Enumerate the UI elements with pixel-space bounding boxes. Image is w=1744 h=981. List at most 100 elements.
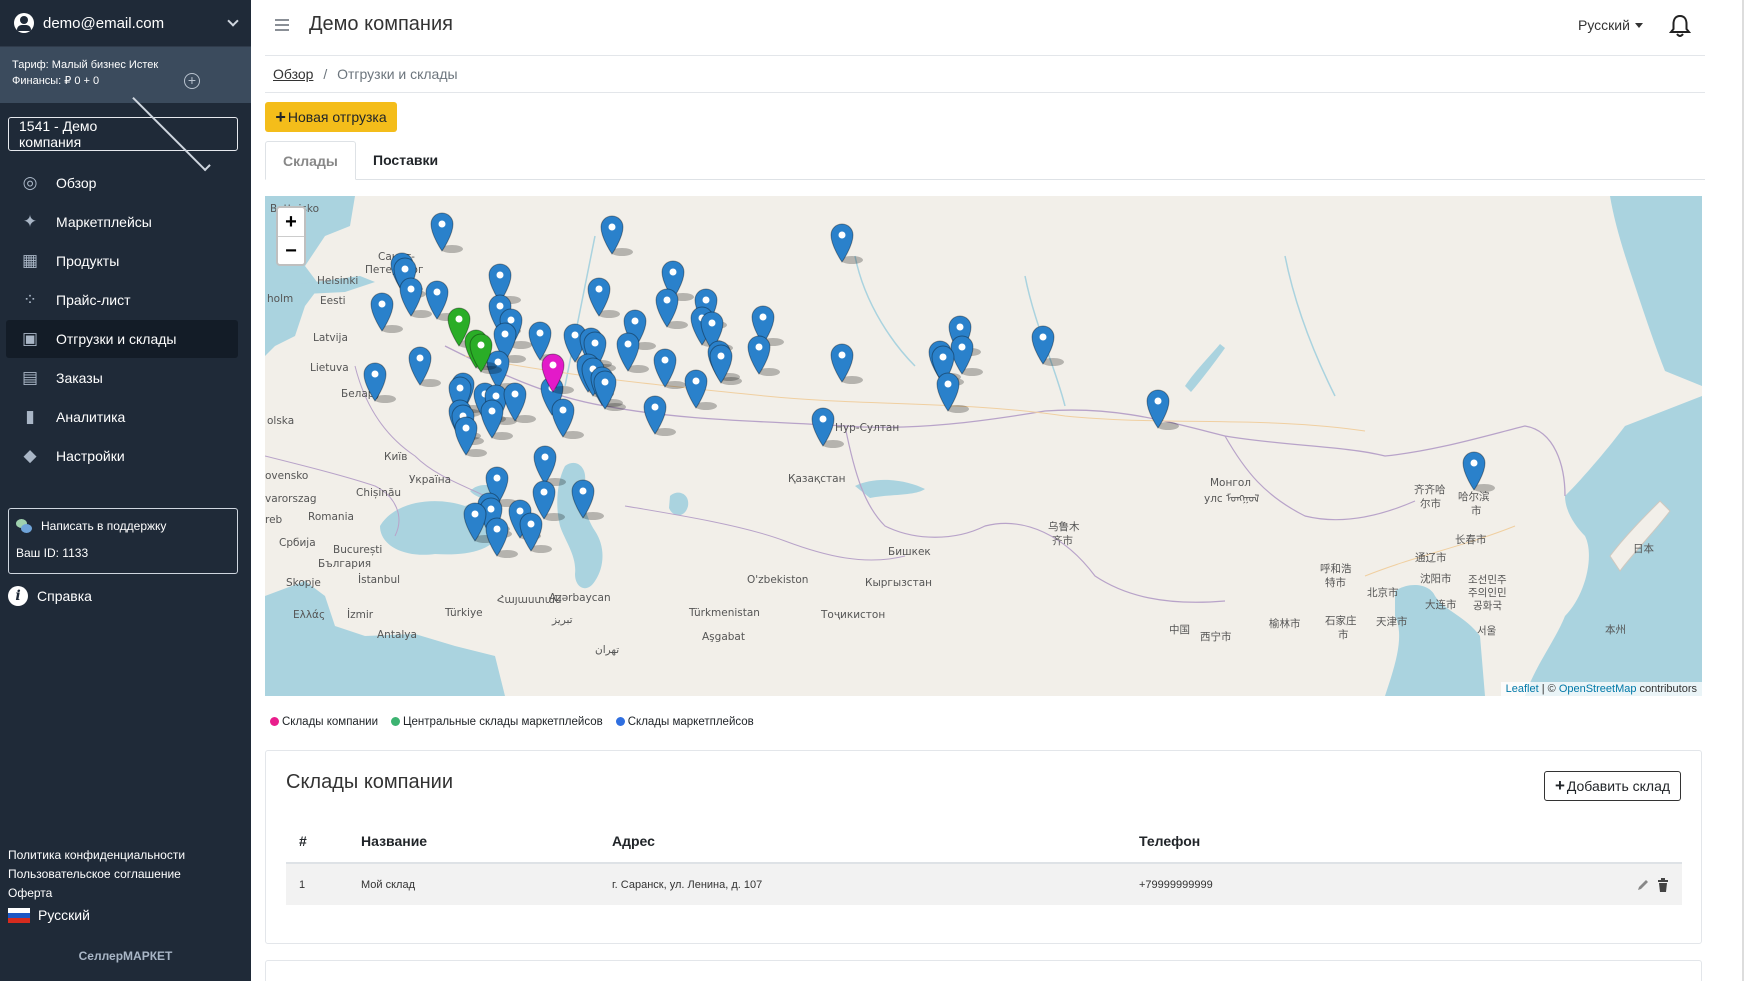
terms-link[interactable]: Пользовательское соглашение — [8, 865, 185, 884]
map-label: 石家庄 — [1325, 614, 1357, 627]
sidebar-item[interactable]: ▮ Аналитика — [6, 398, 238, 436]
sidebar-item[interactable]: ▤ Заказы — [6, 359, 238, 397]
map-label: 日本 — [1633, 542, 1655, 555]
sidebar-item-label: Маркетплейсы — [56, 214, 152, 230]
page-title: Демо компания — [309, 13, 453, 35]
clipboard-icon: ▤ — [21, 368, 39, 387]
help-link[interactable]: i Справка — [8, 586, 92, 606]
map-label: Eesti — [320, 295, 346, 307]
map-label: Lietuva — [310, 362, 349, 374]
sidebar-item-label: Настройки — [56, 448, 125, 464]
map-label: 呼和浩 — [1320, 563, 1352, 575]
sidebar-item[interactable]: ▦ Продукты — [6, 242, 238, 280]
map-label: holm — [267, 293, 293, 305]
plus-icon: + — [1554, 776, 1565, 795]
calendar-icon: ▦ — [21, 251, 39, 270]
map-marker-blue[interactable] — [950, 335, 983, 376]
company-select[interactable]: 1541 - Демо компания — [8, 92, 238, 172]
legend-item: Центральные склады маркетплейсов — [391, 716, 603, 728]
legend-dot — [270, 717, 279, 726]
map-label: Azərbaycan — [549, 592, 611, 604]
map-label: улс ᠮᠣᠩᠭᠣᠯ — [1204, 492, 1259, 505]
sidebar-item[interactable]: ◆ Настройки — [6, 437, 238, 475]
menu-toggle-icon[interactable] — [275, 19, 289, 31]
map-legend: Склады компании Центральные склады маркет… — [270, 716, 754, 728]
add-warehouse-label: Добавить склад — [1566, 778, 1671, 794]
map-marker-blue[interactable] — [684, 369, 717, 410]
map-marker-blue[interactable] — [1031, 325, 1064, 366]
map-marker-blue[interactable] — [533, 445, 566, 486]
map-label: olska — [267, 415, 294, 427]
settings-icon: ◆ — [23, 446, 37, 465]
map-marker-blue[interactable] — [454, 416, 487, 457]
map-marker-blue[interactable] — [600, 215, 633, 256]
map-label: 주의인민 — [1468, 587, 1507, 599]
user-menu[interactable]: demo@email.com — [0, 0, 251, 47]
zoom-in-button[interactable]: + — [278, 208, 304, 236]
map-label: İzmir — [347, 608, 374, 621]
map-marker-blue[interactable] — [408, 346, 441, 387]
osm-link[interactable]: OpenStreetMap — [1559, 683, 1637, 695]
map-marker-blue[interactable] — [653, 348, 686, 389]
company-warehouses-card: Склады компании + Добавить склад # Назван… — [265, 750, 1702, 944]
dashboard-icon: ◎ — [22, 173, 38, 192]
sidebar-item[interactable]: ◎ Обзор — [6, 164, 238, 202]
map-marker-blue[interactable] — [430, 212, 463, 253]
map-marker-blue[interactable] — [587, 277, 620, 318]
sidebar-item[interactable]: ✦ Маркетплейсы — [6, 203, 238, 241]
map-tiles: Санкт-ПетербургHelsinkiEestiholmLatvijaL… — [265, 196, 1702, 696]
map-label: 市 — [1338, 628, 1349, 641]
map-marker-blue[interactable] — [709, 344, 742, 385]
add-funds-icon[interactable]: + — [184, 73, 200, 89]
sidebar-item[interactable]: ⁘ Прайс-лист — [6, 281, 238, 319]
map-label: Тоҷикистон — [820, 609, 885, 621]
map-label: Ελλάς — [293, 609, 325, 621]
tariff-info: Тариф: Малый бизнес Истек Финансы: ₽ 0 +… — [0, 47, 251, 103]
sidebar-item[interactable]: ▣ Отгрузки и склады — [6, 320, 238, 358]
map-label: 齐齐哈 — [1414, 483, 1446, 496]
card-title: Склады компании — [286, 771, 454, 793]
bell-icon[interactable] — [1669, 14, 1691, 38]
map-label: 北京市 — [1367, 586, 1399, 599]
table-row: 1 Мой склад г. Саранск, ул. Ленина, д. 1… — [286, 863, 1682, 905]
cell-num: 1 — [286, 863, 348, 905]
support-box[interactable]: Написать в поддержку Ваш ID: 1133 — [8, 508, 238, 574]
map-label: 조선민주 — [1468, 574, 1507, 586]
trash-icon[interactable] — [1657, 877, 1669, 892]
map-marker-blue[interactable] — [830, 343, 863, 384]
map-label: 乌鲁木 — [1048, 520, 1080, 533]
map-marker-blue[interactable] — [503, 382, 536, 423]
map-marker-blue[interactable] — [551, 398, 584, 439]
map-label: Chișinău — [356, 487, 401, 499]
legend-label: Центральные склады маркетплейсов — [403, 716, 603, 728]
edit-icon[interactable] — [1636, 878, 1650, 892]
offer-link[interactable]: Оферта — [8, 884, 185, 903]
add-warehouse-button[interactable]: + Добавить склад — [1544, 771, 1681, 801]
sidebar-language-label: Русский — [38, 907, 90, 923]
breadcrumb-home[interactable]: Обзор — [273, 66, 313, 82]
map-label: تهران — [595, 644, 619, 656]
support-link[interactable]: Написать в поддержку — [41, 519, 166, 533]
tab-warehouses[interactable]: Склады — [265, 141, 356, 180]
tab-supplies[interactable]: Поставки — [356, 141, 455, 180]
map-marker-blue[interactable] — [616, 332, 649, 373]
help-label: Справка — [37, 588, 92, 604]
sidebar-language[interactable]: Русский — [8, 906, 185, 925]
map-label: 沈阳市 — [1420, 572, 1452, 585]
language-dropdown[interactable]: Русский — [1578, 17, 1643, 33]
warehouse-map[interactable]: Санкт-ПетербургHelsinkiEestiholmLatvijaL… — [265, 196, 1702, 696]
zoom-out-button[interactable]: − — [278, 236, 304, 264]
sidebar-item-label: Аналитика — [56, 409, 126, 425]
map-marker-blue[interactable] — [370, 292, 403, 333]
map-marker-blue[interactable] — [1462, 451, 1495, 492]
leaflet-link[interactable]: Leaflet — [1506, 683, 1539, 695]
chevron-down-icon — [227, 15, 239, 27]
map-marker-blue[interactable] — [830, 223, 863, 264]
privacy-link[interactable]: Политика конфиденциальности — [8, 846, 185, 865]
map-label: Нур-Султан — [835, 422, 899, 434]
sidebar-item-label: Заказы — [56, 370, 103, 386]
map-marker-blue[interactable] — [1146, 389, 1179, 430]
map-label: 长春市 — [1455, 533, 1487, 546]
new-shipment-button[interactable]: + Новая отгрузка — [265, 102, 397, 132]
map-marker-blue[interactable] — [936, 372, 969, 413]
